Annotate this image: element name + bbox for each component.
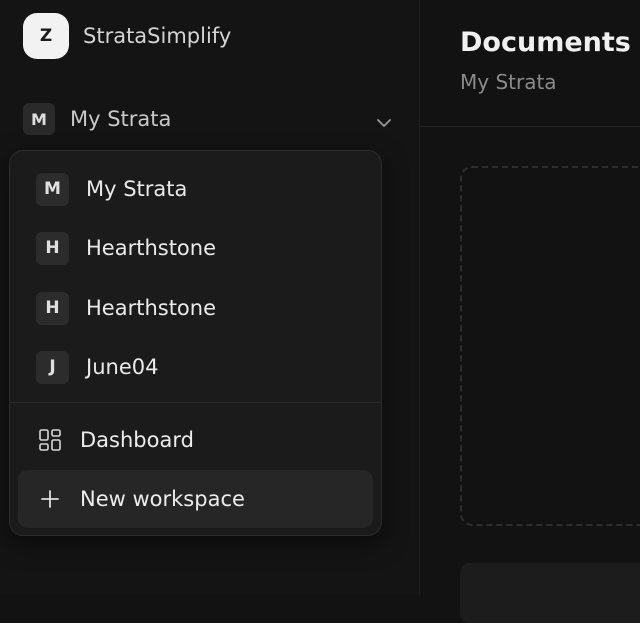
workspace-badge: H — [36, 291, 69, 325]
brand-name: StrataSimplify — [83, 24, 232, 48]
workspace-switcher[interactable]: M My Strata — [23, 103, 395, 135]
workspace-option-hearthstone-2[interactable]: H Hearthstone — [36, 291, 216, 325]
page-subtitle: My Strata — [460, 70, 557, 94]
page-title: Documents — [460, 27, 631, 58]
upload-dropzone[interactable] — [460, 166, 640, 526]
header-divider — [420, 126, 640, 127]
document-card[interactable] — [460, 563, 640, 623]
dashboard-icon — [38, 428, 62, 452]
dropdown-divider — [10, 402, 381, 403]
workspace-option-label: My Strata — [86, 177, 188, 201]
workspace-badge: M — [23, 103, 55, 135]
dashboard-button[interactable]: Dashboard — [18, 411, 373, 469]
workspace-badge: H — [36, 231, 69, 265]
sidebar: Z StrataSimplify M My Strata M My Strata… — [0, 0, 420, 595]
chevron-down-icon[interactable] — [377, 113, 391, 132]
brand-avatar[interactable]: Z — [23, 13, 69, 59]
workspace-badge: M — [36, 172, 69, 206]
workspace-option-label: Hearthstone — [86, 296, 217, 320]
workspace-option-june04[interactable]: J June04 — [36, 350, 158, 384]
new-workspace-label: New workspace — [80, 487, 245, 511]
plus-icon — [38, 487, 62, 511]
workspace-option-label: Hearthstone — [86, 236, 217, 260]
new-workspace-button[interactable]: New workspace — [18, 470, 373, 528]
workspace-name: My Strata — [70, 107, 172, 131]
dashboard-label: Dashboard — [80, 428, 194, 452]
workspace-option-hearthstone[interactable]: H Hearthstone — [36, 231, 216, 265]
workspace-option-label: June04 — [86, 355, 159, 379]
brand[interactable]: Z StrataSimplify — [23, 13, 231, 59]
workspace-option-my-strata[interactable]: M My Strata — [36, 172, 187, 206]
workspace-badge: J — [36, 350, 69, 384]
workspace-dropdown: M My Strata H Hearthstone H Hearthstone … — [9, 150, 382, 536]
